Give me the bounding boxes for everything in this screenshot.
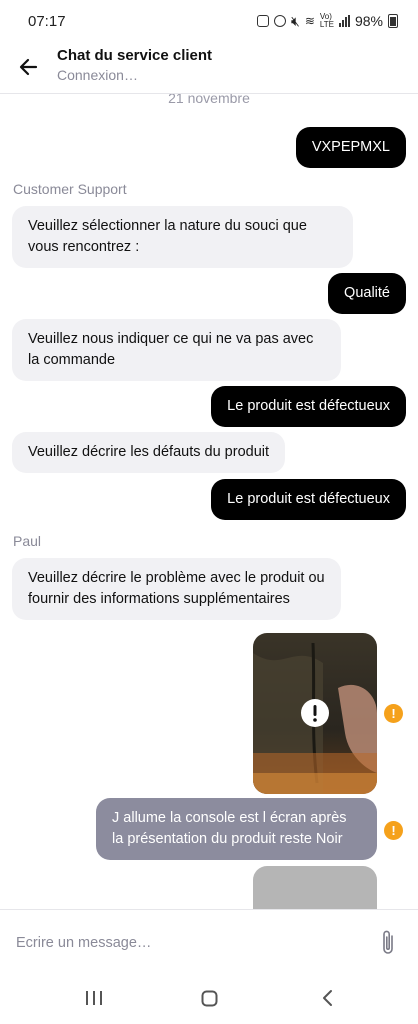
paperclip-icon[interactable] [378,929,398,957]
date-separator: 21 novembre [168,94,250,106]
wifi-icon: ≋ [304,14,315,28]
message-outgoing: VXPEPMXL [295,127,406,168]
mute-icon: 🔇︎ [291,12,300,29]
message-composer [0,909,418,975]
connection-status: Connexion… [57,67,138,83]
chat-header: Chat du service client Connexion… [0,42,418,94]
chat-messages[interactable]: 21 novembre VXPEPMXL Customer Support Ve… [0,94,418,909]
message-incoming: Veuillez nous indiquer ce qui ne va pas … [12,319,341,381]
volte-icon: Vo) LTE [319,12,334,29]
status-icons: 🔇︎ ≋ Vo) LTE 98% [257,13,398,30]
battery-icon [388,14,398,28]
back-icon[interactable] [318,987,338,1009]
message-incoming: Veuillez sélectionner la nature du souci… [12,206,353,268]
system-nav-bar [0,975,418,1024]
warning-icon[interactable]: ! [384,821,403,840]
message-input[interactable] [14,928,358,958]
image-message[interactable] [253,633,377,794]
message-outgoing: Le produit est défectueux [211,479,406,520]
sender-name: Paul [13,533,42,549]
home-icon[interactable] [200,987,220,1009]
recents-icon[interactable] [84,987,104,1009]
message-incoming: Veuillez décrire le problème avec le pro… [12,558,341,620]
message-outgoing: Qualité [328,273,406,314]
status-time: 07:17 [28,12,66,30]
image-message-uploading [253,866,377,909]
battery-text: 98% [354,13,383,29]
status-bar: 07:17 🔇︎ ≋ Vo) LTE 98% [0,0,418,42]
notification-icon [257,15,269,27]
exclamation-icon [301,699,329,727]
message-outgoing-pending: J allume la console est l écran après la… [96,798,377,860]
back-arrow-icon[interactable] [14,52,44,82]
alarm-icon [274,15,286,27]
page-title: Chat du service client [57,47,213,64]
sender-name: Customer Support [13,181,127,197]
signal-icon [338,15,350,27]
message-outgoing: Le produit est défectueux [211,386,406,427]
warning-icon[interactable]: ! [384,704,403,723]
message-incoming: Veuillez décrire les défauts du produit [12,432,286,473]
